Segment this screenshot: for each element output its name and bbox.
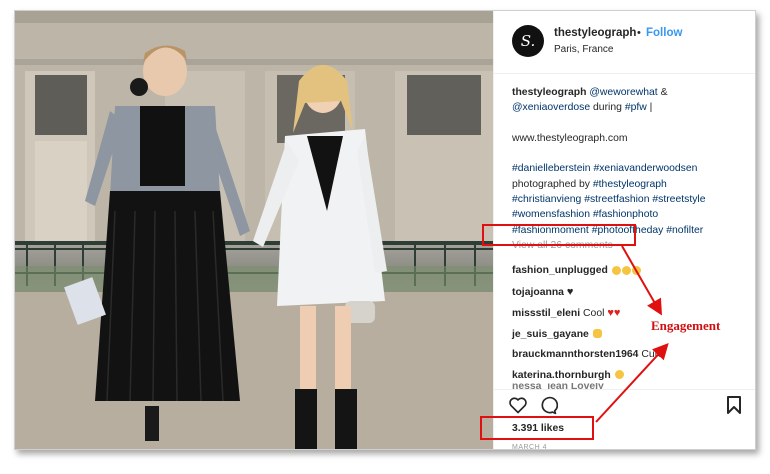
post-location[interactable]: Paris, France <box>554 44 613 55</box>
clap-emoji-icon <box>621 265 631 275</box>
comment-username[interactable]: fashion_unplugged <box>512 265 608 276</box>
engagement-annotation: Engagement <box>651 318 721 333</box>
post-photo[interactable] <box>15 11 493 449</box>
caption-url: www.thestyleograph.com <box>512 132 628 144</box>
heart-icon[interactable] <box>508 395 528 415</box>
clap-emoji-icon <box>631 265 641 275</box>
post-date: MARCH 4 <box>512 444 548 449</box>
comment-username[interactable]: katerina.thornburgh <box>512 370 611 381</box>
comment-username[interactable]: je_suis_gayane <box>512 329 589 340</box>
comment-item: fashion_unplugged <box>512 261 748 282</box>
heart-eyes-emoji-icon: ♥ <box>613 307 621 319</box>
hashtags-line-4[interactable]: #womensfashion #fashionphoto <box>512 207 748 222</box>
header-separator: • <box>637 27 641 39</box>
view-all-comments-highlight <box>482 224 636 246</box>
caption-bar: | <box>646 102 653 114</box>
hand-emoji-icon <box>592 329 602 339</box>
comment-username[interactable]: brauckmannthorsten1964 <box>512 349 638 360</box>
sunglasses-emoji-icon <box>614 370 624 380</box>
hashtag-thestyleograph[interactable]: #thestyleograph <box>593 179 667 190</box>
black-heart-emoji-icon: ♥ <box>566 285 574 298</box>
comment-username[interactable]: tojajoanna <box>512 287 564 298</box>
likes-highlight <box>480 416 594 440</box>
post-header: S. thestyleograph • Follow Paris, France <box>494 11 755 74</box>
street-style-photo <box>15 11 493 449</box>
caption-amp: & <box>657 87 668 98</box>
instagram-post-window: S. thestyleograph • Follow Paris, France… <box>14 10 756 450</box>
mention-xeniaoverdose[interactable]: @xeniaoverdose <box>512 102 590 113</box>
bookmark-icon[interactable] <box>726 396 742 414</box>
caption-username[interactable]: thestyleograph <box>512 87 586 98</box>
hashtags-line-3[interactable]: #christianvieng #streetfashion #streetst… <box>512 192 748 207</box>
comment-item: tojajoanna ♥ <box>512 282 748 304</box>
caption-during: during <box>590 102 625 114</box>
comment-item: brauckmannthorsten1964 Cute <box>512 345 748 366</box>
comment-text: Cute <box>641 349 664 360</box>
follow-button[interactable]: Follow <box>646 27 682 39</box>
caption-spacer-2 <box>512 146 748 161</box>
hashtags-line-1[interactable]: #danielleberstein #xeniavanderwoodsen <box>512 161 748 176</box>
caption-photographed: photographed by <box>512 178 593 190</box>
hashtag-pfw[interactable]: #pfw <box>625 102 647 113</box>
avatar[interactable]: S. <box>512 25 544 57</box>
post-caption: thestyleograph @weworewhat & @xeniaoverd… <box>512 85 748 238</box>
post-username[interactable]: thestyleograph <box>554 27 636 39</box>
clap-emoji-icon <box>611 265 621 275</box>
mention-weworewhat[interactable]: @weworewhat <box>589 87 657 98</box>
comment-icon[interactable] <box>538 395 558 415</box>
comment-username[interactable]: missstil_eleni <box>512 308 580 319</box>
comment-text: Cool <box>583 308 605 319</box>
